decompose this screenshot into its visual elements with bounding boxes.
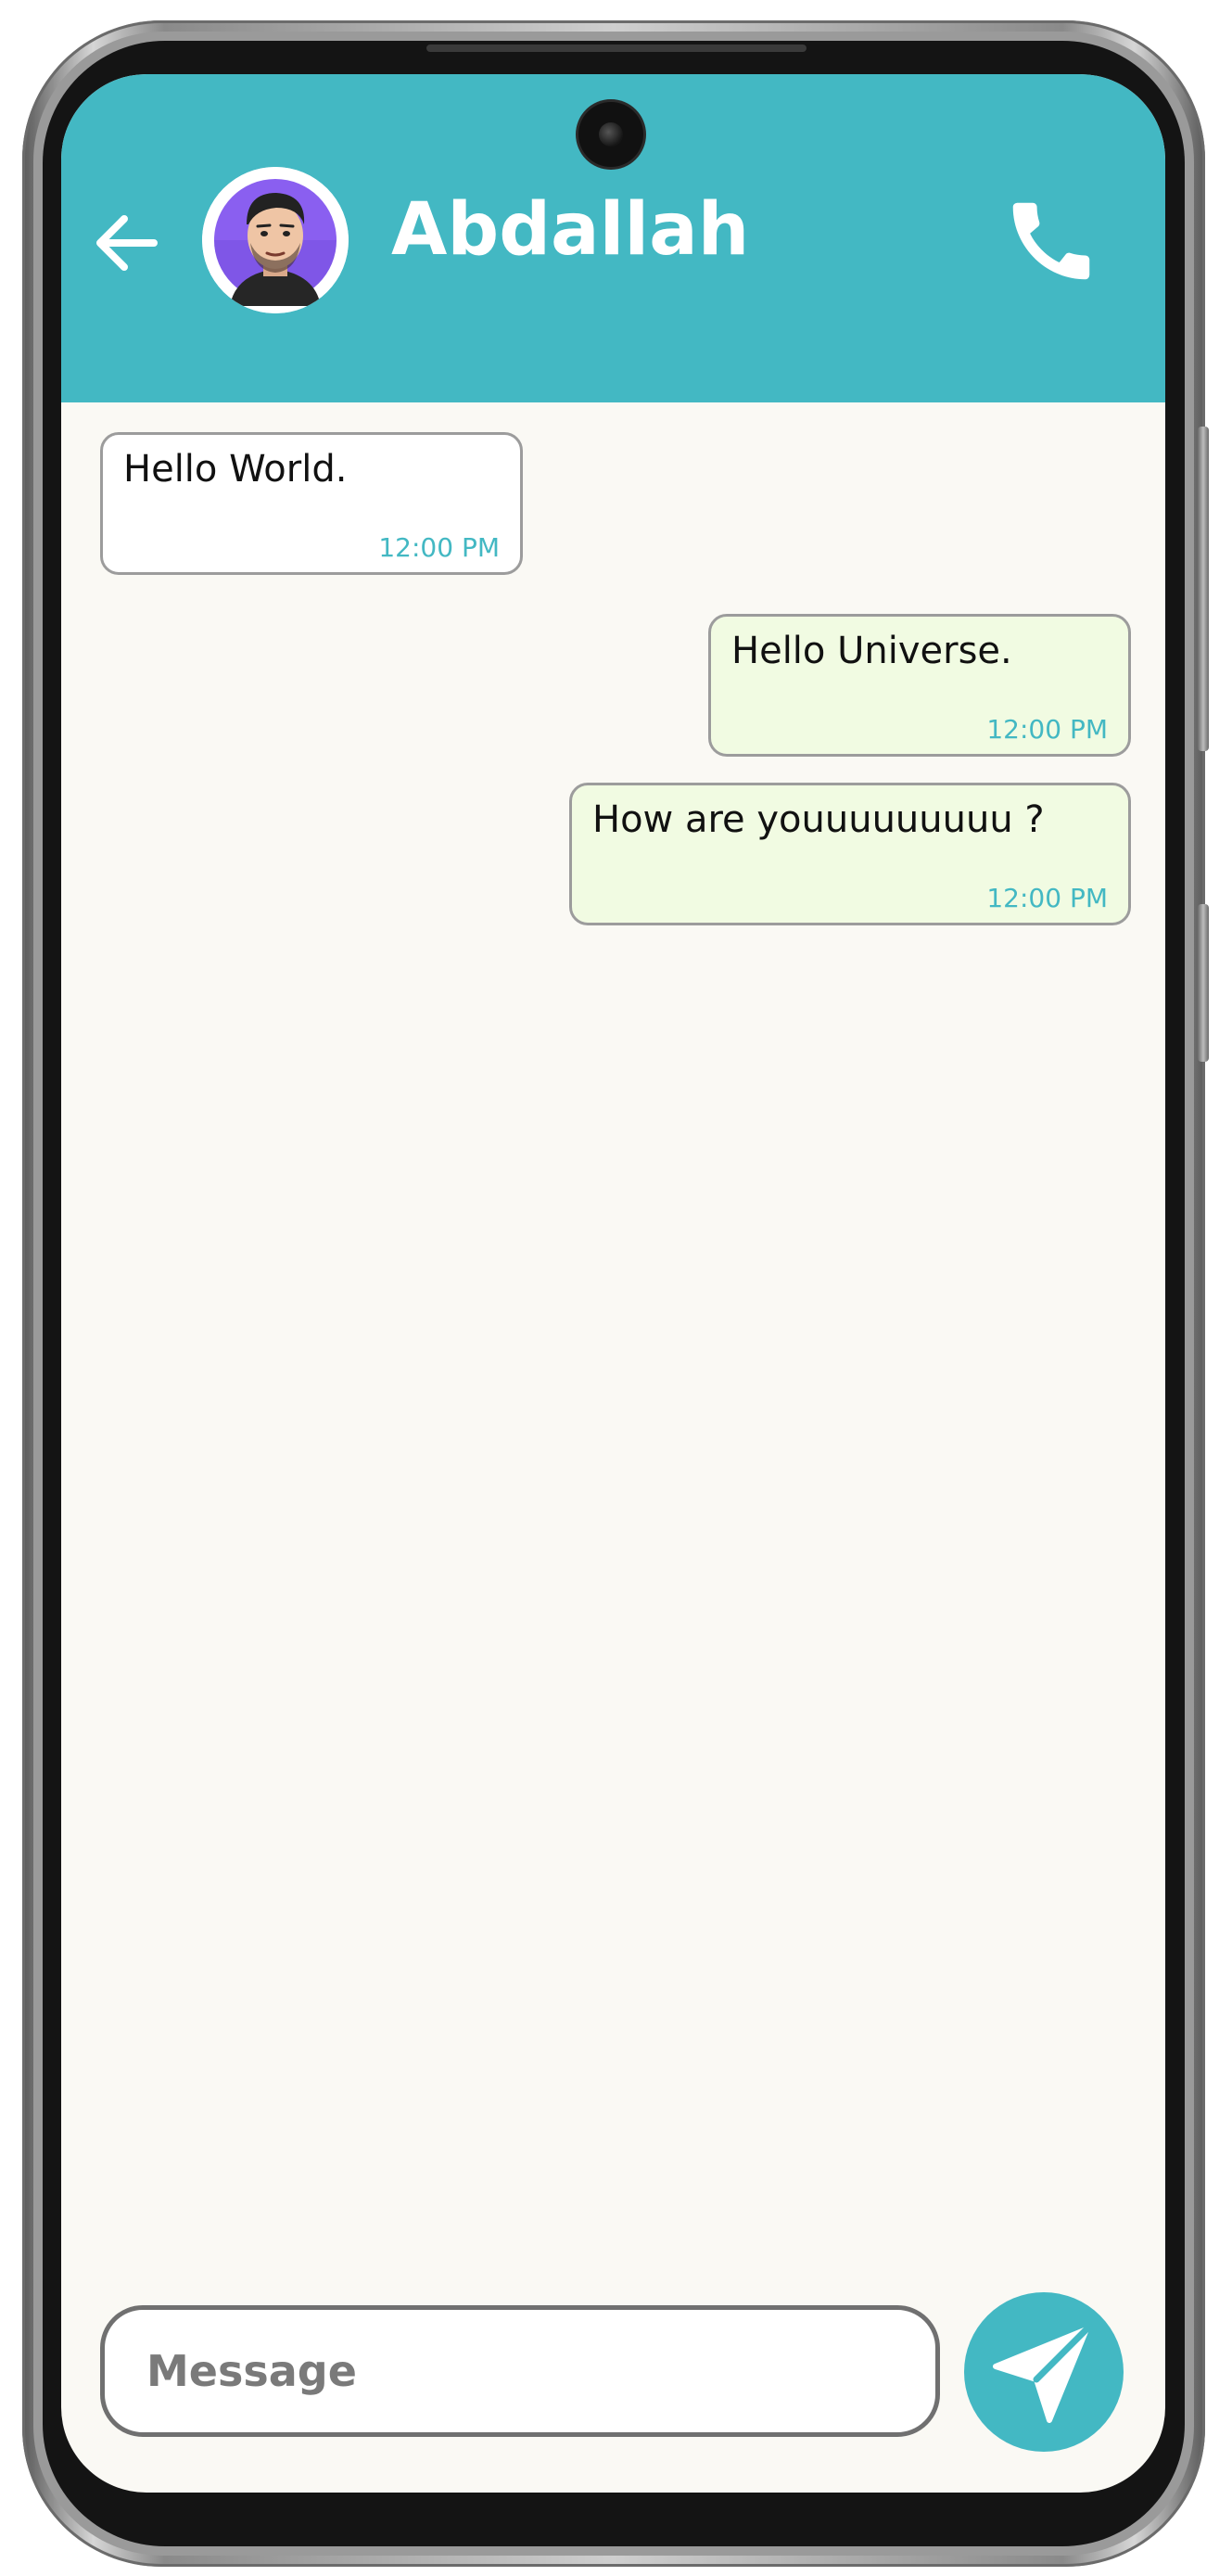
message-time: 12:00 PM	[986, 883, 1108, 913]
arrow-left-icon	[96, 215, 158, 271]
message-time: 12:00 PM	[986, 714, 1108, 745]
phone-icon	[1012, 202, 1090, 280]
message-bubble-outgoing[interactable]: How are youuuuuuuuu ? 12:00 PM	[569, 783, 1131, 925]
message-time: 12:00 PM	[378, 532, 500, 563]
back-button[interactable]	[89, 204, 167, 282]
send-button[interactable]	[964, 2292, 1124, 2452]
volume-button	[1198, 427, 1209, 751]
send-icon	[993, 2326, 1090, 2423]
chat-header: Abdallah	[61, 74, 1165, 402]
message-bubble-incoming[interactable]: Hello World. 12:00 PM	[100, 432, 523, 575]
call-button[interactable]	[1000, 190, 1102, 292]
front-camera	[578, 102, 643, 167]
message-input[interactable]	[100, 2305, 940, 2437]
message-bubble-outgoing[interactable]: Hello Universe. 12:00 PM	[708, 614, 1131, 757]
avatar[interactable]	[202, 167, 349, 313]
message-text: Hello Universe.	[731, 630, 1012, 672]
speaker-slot	[426, 45, 807, 52]
phone-screen: Abdallah Hello World. 12:00 PM Hello Uni…	[61, 74, 1165, 2493]
contact-name: Abdallah	[391, 188, 750, 272]
power-button	[1198, 904, 1209, 1062]
message-text: Hello World.	[123, 448, 348, 491]
message-text: How are youuuuuuuuu ?	[592, 798, 1045, 841]
cartoon-man-avatar	[202, 167, 349, 313]
